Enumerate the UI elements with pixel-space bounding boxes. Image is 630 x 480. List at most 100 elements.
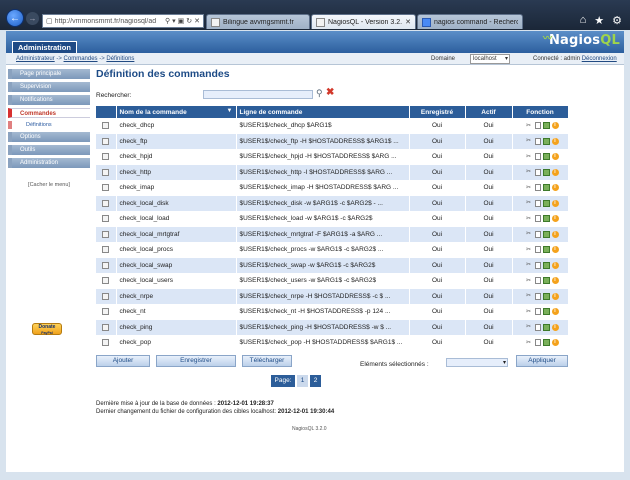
forward-button[interactable]: →: [26, 12, 39, 25]
row-checkbox[interactable]: [102, 292, 109, 300]
sidebar-subitem-definitions[interactable]: Définitions: [8, 121, 90, 129]
page-1[interactable]: 1: [297, 375, 308, 387]
tab-nagiosql[interactable]: NagiosQL - Version 3.2.0 ✕: [311, 14, 416, 29]
copy-icon[interactable]: [534, 184, 541, 192]
domain-select[interactable]: localhost: [470, 54, 510, 64]
edit-icon[interactable]: ✂: [525, 261, 533, 269]
save-button[interactable]: Enregistrer: [156, 355, 236, 367]
edit-icon[interactable]: ✂: [525, 122, 533, 130]
edit-icon[interactable]: ✂: [525, 323, 533, 331]
logout-link[interactable]: Déconnexion: [582, 56, 617, 62]
copy-icon[interactable]: [534, 230, 541, 238]
command-line-column-header[interactable]: Ligne de commande: [236, 106, 410, 118]
hide-menu-link[interactable]: [Cacher le menu]: [8, 182, 90, 188]
edit-icon[interactable]: ✂: [525, 230, 533, 238]
row-checkbox[interactable]: [102, 277, 109, 285]
view-icon[interactable]: [542, 215, 550, 223]
row-checkbox[interactable]: [102, 246, 109, 254]
sidebar-item-main-page[interactable]: Page principale: [8, 69, 90, 79]
row-checkbox[interactable]: [102, 184, 109, 192]
copy-icon[interactable]: [534, 122, 541, 130]
view-icon[interactable]: [542, 246, 550, 254]
view-icon[interactable]: [542, 277, 550, 285]
view-icon[interactable]: [542, 137, 550, 145]
view-icon[interactable]: [542, 308, 550, 316]
breadcrumb-item[interactable]: Administrateur: [16, 56, 55, 62]
sidebar-item-administration[interactable]: Administration: [8, 158, 90, 168]
info-icon[interactable]: i: [551, 122, 559, 130]
registered-column-header[interactable]: Enregistré: [409, 106, 466, 118]
name-column-header[interactable]: Nom de la commande ▼: [116, 106, 237, 118]
view-icon[interactable]: [542, 292, 550, 300]
info-icon[interactable]: i: [551, 230, 559, 238]
copy-icon[interactable]: [534, 215, 541, 223]
sidebar-item-notifications[interactable]: Notifications: [8, 95, 90, 105]
row-checkbox[interactable]: [102, 168, 109, 176]
search-icon[interactable]: ⚲: [316, 88, 323, 99]
view-icon[interactable]: [542, 323, 550, 331]
info-icon[interactable]: i: [551, 323, 559, 331]
sidebar-item-supervision[interactable]: Supervision: [8, 82, 90, 92]
apply-button[interactable]: Appliquer: [516, 355, 568, 367]
tab-close-icon[interactable]: ✕: [405, 18, 411, 26]
info-icon[interactable]: i: [551, 153, 559, 161]
edit-icon[interactable]: ✂: [525, 215, 533, 223]
copy-icon[interactable]: [534, 339, 541, 347]
edit-icon[interactable]: ✂: [525, 308, 533, 316]
edit-icon[interactable]: ✂: [525, 277, 533, 285]
active-column-header[interactable]: Actif: [465, 106, 513, 118]
copy-icon[interactable]: [534, 199, 541, 207]
view-icon[interactable]: [542, 230, 550, 238]
view-icon[interactable]: [542, 199, 550, 207]
view-icon[interactable]: [542, 261, 550, 269]
info-icon[interactable]: i: [551, 137, 559, 145]
row-checkbox[interactable]: [102, 339, 109, 347]
row-checkbox[interactable]: [102, 153, 109, 161]
row-checkbox[interactable]: [102, 199, 109, 207]
row-checkbox[interactable]: [102, 323, 109, 331]
breadcrumb-item[interactable]: Définitions: [106, 56, 134, 62]
address-bar[interactable]: ▢ http://vmmonsmmt.fr/nagiosql/ad ⚲ ▾ ▣ …: [42, 14, 204, 28]
row-checkbox[interactable]: [102, 230, 109, 238]
page-2[interactable]: 2: [310, 375, 321, 387]
copy-icon[interactable]: [534, 261, 541, 269]
row-checkbox[interactable]: [102, 261, 109, 269]
copy-icon[interactable]: [534, 323, 541, 331]
info-icon[interactable]: i: [551, 184, 559, 192]
edit-icon[interactable]: ✂: [525, 292, 533, 300]
row-checkbox[interactable]: [102, 122, 109, 130]
info-icon[interactable]: i: [551, 168, 559, 176]
back-button[interactable]: ←: [6, 9, 24, 27]
favorites-star-icon[interactable]: ★: [594, 14, 604, 27]
copy-icon[interactable]: [534, 292, 541, 300]
copy-icon[interactable]: [534, 246, 541, 254]
edit-icon[interactable]: ✂: [525, 137, 533, 145]
edit-icon[interactable]: ✂: [525, 184, 533, 192]
tab-bilingue[interactable]: Bilingue avvmgsmmt.fr: [206, 14, 310, 29]
edit-icon[interactable]: ✂: [525, 153, 533, 161]
search-icon[interactable]: ⚲: [165, 17, 170, 25]
breadcrumb-item[interactable]: Commandes: [64, 56, 98, 62]
edit-icon[interactable]: ✂: [525, 246, 533, 254]
close-icon[interactable]: ✕: [194, 17, 200, 25]
view-icon[interactable]: [542, 339, 550, 347]
info-icon[interactable]: i: [551, 199, 559, 207]
view-icon[interactable]: [542, 153, 550, 161]
copy-icon[interactable]: [534, 137, 541, 145]
view-icon[interactable]: [542, 122, 550, 130]
edit-icon[interactable]: ✂: [525, 199, 533, 207]
info-icon[interactable]: i: [551, 246, 559, 254]
tab-google[interactable]: nagios command - Rechercher...: [417, 14, 523, 29]
sidebar-item-tools[interactable]: Outils: [8, 145, 90, 155]
refresh-icon[interactable]: ↻: [186, 17, 192, 25]
info-icon[interactable]: i: [551, 277, 559, 285]
sidebar-item-options[interactable]: Options: [8, 132, 90, 142]
settings-gear-icon[interactable]: ⚙: [612, 14, 622, 27]
download-button[interactable]: Télécharger: [242, 355, 292, 367]
copy-icon[interactable]: [534, 308, 541, 316]
info-icon[interactable]: i: [551, 308, 559, 316]
view-icon[interactable]: [542, 184, 550, 192]
sidebar-item-commands[interactable]: Commandes: [8, 108, 90, 118]
info-icon[interactable]: i: [551, 292, 559, 300]
edit-icon[interactable]: ✂: [525, 339, 533, 347]
